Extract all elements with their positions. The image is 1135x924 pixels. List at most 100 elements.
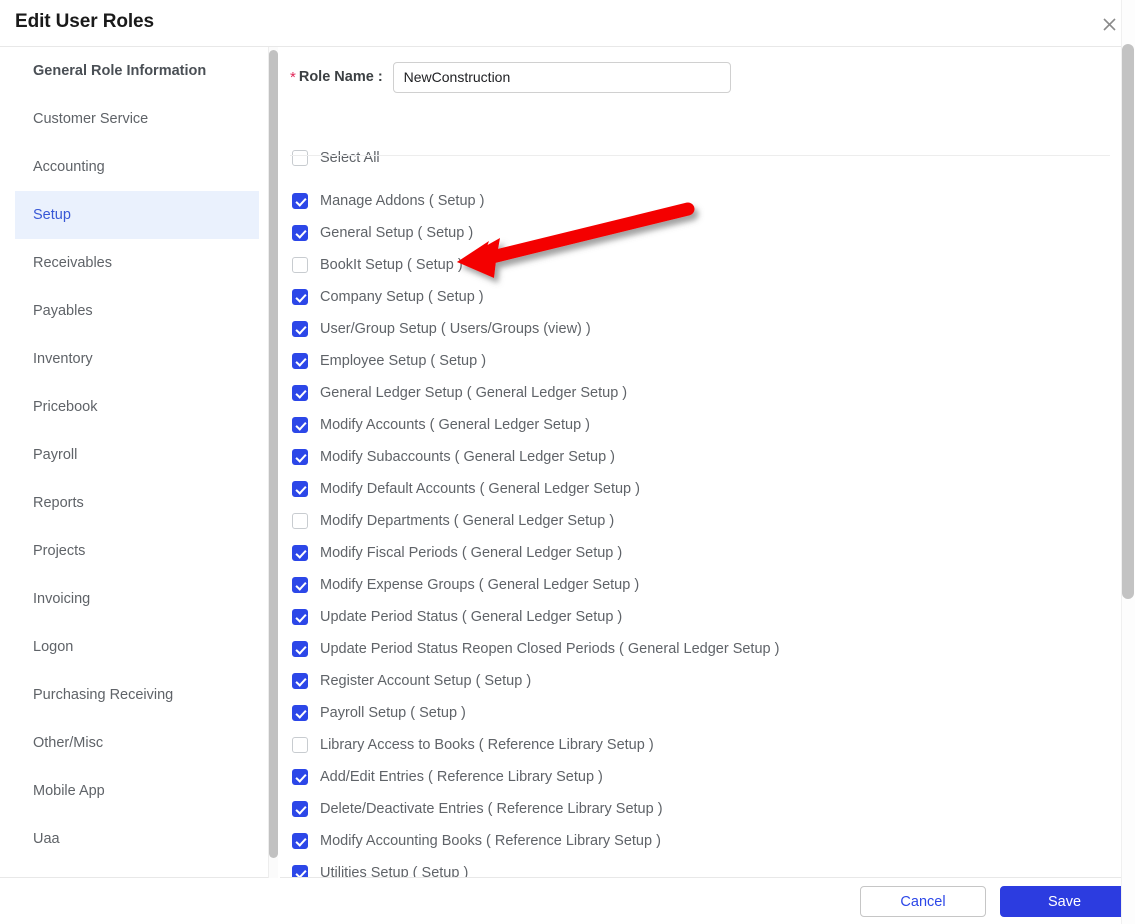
permission-label: Modify Accounting Books ( Reference Libr… (320, 833, 661, 849)
permission-row[interactable]: Manage Addons ( Setup ) (292, 185, 1117, 217)
sidebar-item-reports[interactable]: Reports (15, 479, 259, 527)
permission-checkbox[interactable] (292, 769, 308, 785)
permission-row[interactable]: Add/Edit Entries ( Reference Library Set… (292, 761, 1117, 793)
permission-checkbox[interactable] (292, 545, 308, 561)
permission-row[interactable]: Modify Departments ( General Ledger Setu… (292, 505, 1117, 537)
permission-checkbox[interactable] (292, 865, 308, 877)
permission-row[interactable]: Register Account Setup ( Setup ) (292, 665, 1117, 697)
main-panel: * Role Name : Select All Manage Addons (… (280, 47, 1123, 878)
permission-checkbox[interactable] (292, 833, 308, 849)
sidebar-item-projects[interactable]: Projects (15, 527, 259, 575)
sidebar-item-mobile-app[interactable]: Mobile App (15, 767, 259, 815)
save-button[interactable]: Save (1000, 886, 1129, 917)
sidebar-item-label: Accounting (33, 159, 105, 175)
sidebar-item-logon[interactable]: Logon (15, 623, 259, 671)
permission-label: Library Access to Books ( Reference Libr… (320, 737, 654, 753)
permission-checkbox[interactable] (292, 513, 308, 529)
permission-checkbox[interactable] (292, 801, 308, 817)
sidebar-scrollbar-thumb[interactable] (269, 50, 278, 858)
sidebar-item-inventory[interactable]: Inventory (15, 335, 259, 383)
sidebar-item-label: Inventory (33, 351, 93, 367)
sidebar-item-general-role-information[interactable]: General Role Information (15, 47, 259, 95)
permission-label: Modify Departments ( General Ledger Setu… (320, 513, 615, 529)
permission-checkbox[interactable] (292, 193, 308, 209)
permission-label: Modify Expense Groups ( General Ledger S… (320, 577, 640, 593)
permission-checkbox[interactable] (292, 705, 308, 721)
permission-row[interactable]: Update Period Status Reopen Closed Perio… (292, 633, 1117, 665)
sidebar-nav: General Role Information Customer Service… (0, 47, 268, 878)
permission-label: Modify Fiscal Periods ( General Ledger S… (320, 545, 623, 561)
permission-label: Company Setup ( Setup ) (320, 289, 484, 305)
sidebar-item-purchasing-receiving[interactable]: Purchasing Receiving (15, 671, 259, 719)
permission-row[interactable]: User/Group Setup ( Users/Groups (view) ) (292, 313, 1117, 345)
permission-label: Manage Addons ( Setup ) (320, 193, 485, 209)
permission-checkbox[interactable] (292, 449, 308, 465)
permission-row[interactable]: Modify Subaccounts ( General Ledger Setu… (292, 441, 1117, 473)
permission-row[interactable]: General Setup ( Setup ) (292, 217, 1117, 249)
select-all-checkbox[interactable] (292, 150, 308, 166)
sidebar-item-payables[interactable]: Payables (15, 287, 259, 335)
permission-row[interactable]: Delete/Deactivate Entries ( Reference Li… (292, 793, 1117, 825)
cancel-button[interactable]: Cancel (860, 886, 986, 917)
permission-label: Add/Edit Entries ( Reference Library Set… (320, 769, 603, 785)
permission-checkbox[interactable] (292, 673, 308, 689)
sidebar-item-label: Mobile App (33, 783, 105, 799)
permission-checkbox[interactable] (292, 417, 308, 433)
sidebar-item-label: Setup (33, 207, 71, 223)
sidebar-item-other-misc[interactable]: Other/Misc (15, 719, 259, 767)
sidebar-item-customer-service[interactable]: Customer Service (15, 95, 259, 143)
permission-row[interactable]: Employee Setup ( Setup ) (292, 345, 1117, 377)
permission-checkbox[interactable] (292, 481, 308, 497)
permission-row[interactable]: General Ledger Setup ( General Ledger Se… (292, 377, 1117, 409)
select-all-row[interactable]: Select All (292, 150, 380, 166)
role-name-row: * Role Name : (290, 61, 731, 93)
permission-row[interactable]: Modify Default Accounts ( General Ledger… (292, 473, 1117, 505)
sidebar-item-pricebook[interactable]: Pricebook (15, 383, 259, 431)
close-icon[interactable] (1095, 10, 1123, 38)
permission-checkbox[interactable] (292, 609, 308, 625)
sidebar-item-label: Customer Service (33, 111, 149, 127)
dialog-body: General Role Information Customer Service… (0, 47, 1135, 878)
role-name-input[interactable] (392, 61, 731, 93)
permission-row[interactable]: Modify Fiscal Periods ( General Ledger S… (292, 537, 1117, 569)
sidebar-item-label: Payroll (33, 447, 78, 463)
permission-label: Update Period Status ( General Ledger Se… (320, 609, 623, 625)
sidebar-item-uaa[interactable]: Uaa (15, 815, 259, 863)
edit-user-roles-dialog: Edit User Roles General Role Information… (0, 0, 1135, 924)
permission-row[interactable]: Utilities Setup ( Setup ) (292, 857, 1117, 877)
required-marker-icon: * (290, 68, 296, 86)
permission-label: Delete/Deactivate Entries ( Reference Li… (320, 801, 663, 817)
permission-checkbox[interactable] (292, 577, 308, 593)
permission-checkbox[interactable] (292, 385, 308, 401)
sidebar-item-label: Receivables (33, 255, 112, 271)
permission-checkbox[interactable] (292, 257, 308, 273)
permission-row[interactable]: Modify Accounting Books ( Reference Libr… (292, 825, 1117, 857)
sidebar-item-label: Projects (33, 543, 86, 559)
permission-checkbox[interactable] (292, 289, 308, 305)
section-divider (290, 155, 1110, 156)
sidebar-item-setup[interactable]: Setup (15, 191, 259, 239)
window-scrollbar-thumb[interactable] (1122, 44, 1134, 599)
permission-checkbox[interactable] (292, 641, 308, 657)
sidebar-item-invoicing[interactable]: Invoicing (15, 575, 259, 623)
sidebar-item-receivables[interactable]: Receivables (15, 239, 259, 287)
role-name-label: Role Name : (298, 69, 383, 85)
permission-checkbox[interactable] (292, 737, 308, 753)
permission-row[interactable]: Library Access to Books ( Reference Libr… (292, 729, 1117, 761)
permission-checkbox[interactable] (292, 225, 308, 241)
permission-row[interactable]: Update Period Status ( General Ledger Se… (292, 601, 1117, 633)
permission-label: General Ledger Setup ( General Ledger Se… (320, 385, 628, 401)
permissions-list: Manage Addons ( Setup ) General Setup ( S… (292, 185, 1117, 877)
dialog-footer: Cancel Save (0, 878, 1135, 924)
permission-label: Update Period Status Reopen Closed Perio… (320, 641, 780, 657)
permission-row[interactable]: Modify Expense Groups ( General Ledger S… (292, 569, 1117, 601)
sidebar-item-payroll[interactable]: Payroll (15, 431, 259, 479)
permission-row[interactable]: Payroll Setup ( Setup ) (292, 697, 1117, 729)
sidebar-item-accounting[interactable]: Accounting (15, 143, 259, 191)
permission-checkbox[interactable] (292, 353, 308, 369)
permission-row[interactable]: Modify Accounts ( General Ledger Setup ) (292, 409, 1117, 441)
permission-row[interactable]: Company Setup ( Setup ) (292, 281, 1117, 313)
permission-row[interactable]: BookIt Setup ( Setup ) (292, 249, 1117, 281)
permission-checkbox[interactable] (292, 321, 308, 337)
sidebar-item-label: Other/Misc (33, 735, 104, 751)
